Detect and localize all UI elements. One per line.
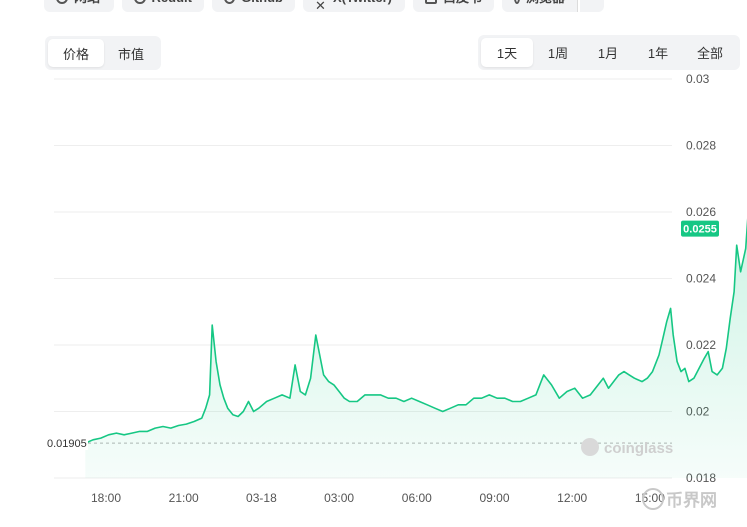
x-tick-label: 12:00 (557, 491, 587, 505)
y-tick-label: 0.022 (686, 338, 716, 352)
start-price-tag: 0.01905 (44, 434, 88, 451)
current-price-label: 0.0255 (683, 224, 717, 236)
x-tick-label: 18:00 (91, 491, 121, 505)
y-tick-label: 0.026 (686, 205, 716, 219)
current-price-tag: 0.0255 (681, 220, 719, 237)
start-price-label: 0.01905 (47, 438, 87, 450)
price-chart: 0.030.0280.0260.0240.0220.020.018 18:002… (44, 72, 747, 511)
x-tick-label: 03:00 (324, 491, 354, 505)
y-tick-label: 0.028 (686, 139, 716, 153)
x-tick-label: 21:00 (169, 491, 199, 505)
x-tick-label: 03-18 (246, 491, 277, 505)
coinglass-logo-icon (581, 438, 599, 456)
x-tick-label: 09:00 (479, 491, 509, 505)
corner-watermark-text: 币界网 (666, 491, 717, 511)
y-tick-label: 0.024 (686, 272, 716, 286)
coinglass-watermark: coinglass (581, 438, 673, 457)
y-tick-label: 0.03 (686, 72, 710, 86)
x-axis: 18:00 21:00 03-18 03:00 06:00 09:00 12:00 15:00 (91, 491, 665, 505)
x-tick-label: 06:00 (402, 491, 432, 505)
coinglass-watermark-text: coinglass (604, 440, 673, 457)
